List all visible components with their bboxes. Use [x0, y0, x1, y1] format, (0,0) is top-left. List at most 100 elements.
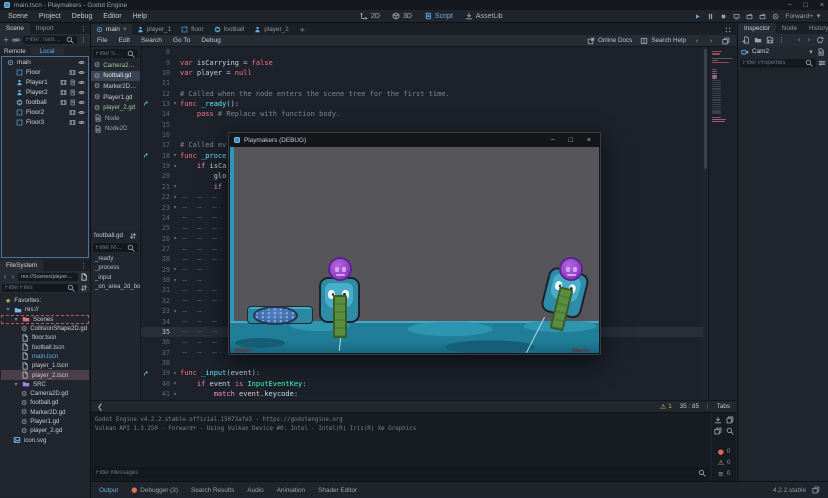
instance-scene-icon[interactable]	[12, 36, 20, 44]
tab-scene[interactable]: Scene	[0, 23, 30, 34]
focus-file-icon[interactable]	[80, 273, 88, 281]
current-path[interactable]: res://Scenes/player_2.tscn	[18, 273, 78, 281]
file-scenes[interactable]: ▾Scenes	[1, 315, 89, 324]
code-line-13[interactable]: 13▾func _ready():	[141, 99, 707, 109]
filter-properties-input[interactable]: Filter Properties	[740, 59, 816, 68]
clapper-icon[interactable]	[746, 13, 753, 20]
reel-icon[interactable]	[772, 13, 779, 20]
game-debug-window[interactable]: Playmakers (DEBUG) − □ ×	[228, 132, 601, 355]
method-item[interactable]: _on_area_2d_body_...	[91, 283, 140, 293]
file-main-tscn[interactable]: main.tscn	[1, 352, 89, 361]
script-item-football-gd[interactable]: ⚙football.gd	[91, 71, 140, 82]
sort-methods-icon[interactable]	[129, 232, 137, 240]
copy-icon[interactable]	[726, 416, 734, 424]
scene-node-football[interactable]: football	[2, 97, 88, 107]
workspace-2d[interactable]: 2D	[360, 12, 380, 20]
menu-editor[interactable]: Editor	[103, 13, 121, 20]
close-icon[interactable]: ×	[820, 2, 824, 9]
close-tab-icon[interactable]: ×	[123, 26, 127, 33]
method-item[interactable]: _process	[91, 264, 140, 274]
add-node-icon[interactable]: +	[3, 36, 9, 44]
eye-icon[interactable]	[78, 119, 85, 126]
scene-node-player2[interactable]: Player2	[2, 87, 88, 97]
file-collisionshape2d-gd[interactable]: ⚙CollisionShape2D.gd	[1, 324, 89, 333]
save-resource-icon[interactable]	[766, 36, 774, 44]
new-resource-icon[interactable]	[742, 36, 750, 44]
tab-history[interactable]: History	[803, 23, 828, 34]
script-item-player1-gd[interactable]: ⚙Player1.gd	[91, 92, 140, 103]
script-menu-file[interactable]: File	[97, 37, 108, 44]
dock-options-icon[interactable]: ⋮	[80, 25, 87, 33]
file-camera2d-gd[interactable]: ⚙Camera2D.gd	[1, 389, 89, 398]
code-line-11[interactable]: 11	[141, 78, 707, 88]
warning-count[interactable]: 1	[668, 403, 672, 410]
minimize-icon[interactable]: −	[551, 137, 555, 144]
fold-caret-icon[interactable]: ▾	[170, 277, 180, 284]
panel-tab-debugger-3-[interactable]: ●Debugger (3)	[131, 486, 178, 494]
fold-caret-icon[interactable]: ▾	[170, 163, 180, 170]
tab-inspector[interactable]: Inspector	[738, 23, 776, 34]
script-icon[interactable]	[69, 89, 76, 96]
message-counter[interactable]: ≡ 0	[718, 470, 730, 478]
script-menu-go-to[interactable]: Go To	[173, 37, 190, 44]
indent-type[interactable]: Tabs	[717, 403, 730, 410]
script-item-node[interactable]: Node	[91, 113, 140, 124]
eye-icon[interactable]	[78, 89, 85, 96]
menu-project[interactable]: Project	[39, 13, 61, 20]
game-window-titlebar[interactable]: Playmakers (DEBUG) − □ ×	[229, 133, 600, 147]
code-line-12[interactable]: 12# Called when the node enters the scen…	[141, 88, 707, 98]
script-menu-edit[interactable]: Edit	[119, 37, 130, 44]
fold-caret-icon[interactable]: ▾	[170, 100, 180, 107]
filter-options-icon[interactable]	[818, 59, 826, 67]
play-icon[interactable]	[694, 13, 701, 20]
code-line-10[interactable]: 10var player = null	[141, 68, 707, 78]
file-player-2-tscn[interactable]: player_2.tscn	[1, 370, 89, 379]
fold-caret-icon[interactable]: ▾	[170, 183, 180, 190]
fold-caret-icon[interactable]: ▾	[170, 370, 180, 377]
script-icon[interactable]	[69, 99, 76, 106]
expand-panel-icon[interactable]	[812, 486, 820, 494]
eye-icon[interactable]	[78, 109, 85, 116]
script-item-player-2-gd[interactable]: ⚙player_2.gd	[91, 102, 140, 113]
fold-caret-icon[interactable]: ▾	[170, 266, 180, 273]
stop-icon[interactable]	[720, 13, 727, 20]
fold-caret-icon[interactable]: ▾	[13, 381, 19, 388]
eye-icon[interactable]	[78, 59, 85, 66]
code-line-15[interactable]: 15	[141, 120, 707, 130]
nav-forward-icon[interactable]: ›	[10, 273, 16, 281]
file-marker2d-gd[interactable]: ⚙Marker2D.gd	[1, 408, 89, 417]
eye-icon[interactable]	[78, 99, 85, 106]
inspected-node-row[interactable]: Cam2 ▾	[738, 46, 828, 57]
search-icon[interactable]	[726, 427, 734, 435]
scene-tab-player_2[interactable]: player_2	[249, 24, 294, 35]
script-item-camera2d-gd[interactable]: ⚙Camera2D.gd	[91, 60, 140, 71]
menu-debug[interactable]: Debug	[72, 13, 93, 20]
fold-caret-icon[interactable]: ▾	[170, 194, 180, 201]
load-resource-icon[interactable]	[754, 36, 762, 44]
renderer-selector[interactable]: Forward+▾	[785, 13, 822, 20]
online-docs-button[interactable]: Online Docs	[587, 37, 632, 45]
panel-tab-animation[interactable]: Animation	[277, 487, 305, 494]
file-player1-gd[interactable]: ⚙Player1.gd	[1, 417, 89, 426]
search-help-button[interactable]: Search Help	[640, 37, 686, 45]
float-window-icon[interactable]	[714, 427, 722, 435]
fold-caret-icon[interactable]: ▾	[170, 204, 180, 211]
scene-node-floor2[interactable]: Floor2	[2, 107, 88, 117]
filter-messages-input[interactable]: Filter Messages	[93, 467, 709, 479]
tab-filesystem[interactable]: FileSystem	[0, 260, 43, 271]
file-player-2-gd[interactable]: ⚙player_2.gd	[1, 426, 89, 435]
file-football-gd[interactable]: ⚙football.gd	[1, 398, 89, 407]
scene-tab-football[interactable]: football	[209, 24, 250, 35]
code-line-40[interactable]: 40▾ if event is InputEventKey:	[141, 379, 707, 389]
tab-node[interactable]: Node	[776, 23, 803, 34]
workspace-script[interactable]: Script	[424, 12, 453, 20]
scene-node-floor3[interactable]: Floor3	[2, 117, 88, 127]
panel-tab-search-results[interactable]: Search Results	[191, 487, 234, 494]
file-src[interactable]: ▾SRC	[1, 380, 89, 389]
resource-options-icon[interactable]: ⋮	[778, 36, 785, 44]
script-menu-search[interactable]: Search	[141, 37, 162, 44]
minimize-icon[interactable]: −	[788, 2, 792, 9]
film-icon[interactable]	[60, 89, 67, 96]
menu-scene[interactable]: Scene	[8, 13, 28, 20]
code-scrollbar[interactable]	[703, 47, 707, 400]
